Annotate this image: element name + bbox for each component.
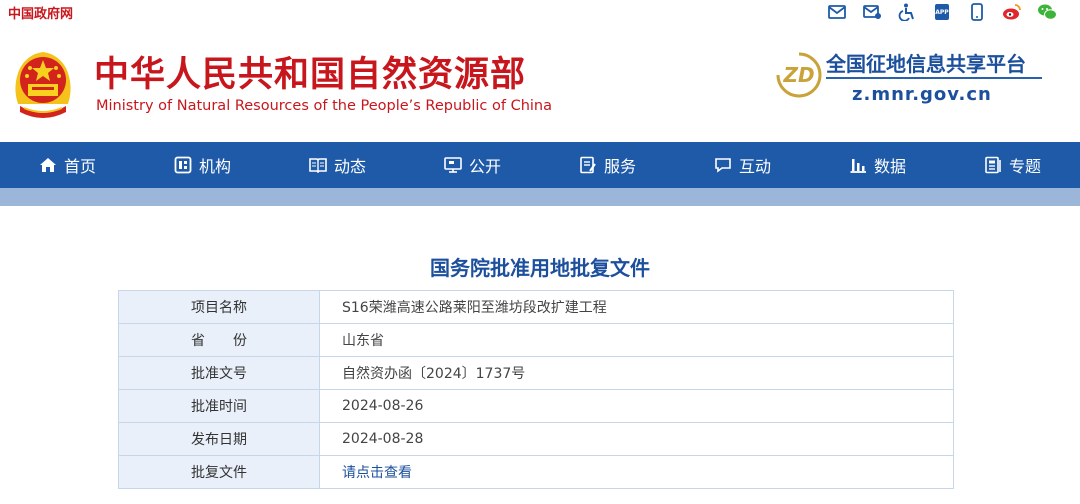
platform-name[interactable]: 全国征地信息共享平台: [826, 48, 1026, 77]
row-label: 省 份: [118, 323, 320, 357]
nav-sub-band: [0, 188, 1080, 206]
mailbox-icon[interactable]: [861, 2, 883, 22]
document-icon: [985, 156, 1001, 174]
nav-item-label: 首页: [63, 157, 96, 176]
site-header: 中华人民共和国自然资源部 Ministry of Natural Resourc…: [0, 24, 1080, 142]
monitor-icon: [444, 157, 462, 173]
table-row: 省 份 山东省: [118, 323, 954, 357]
top-utility-bar: 中国政府网 APP: [0, 0, 1080, 24]
org-icon: [174, 156, 192, 174]
view-approval-document-link[interactable]: 请点击查看: [342, 465, 412, 481]
nav-item-label: 公开: [468, 157, 501, 176]
nav-item-label: 互动: [738, 157, 771, 176]
row-value: 2024-08-28: [319, 422, 954, 456]
site-title-chinese[interactable]: 中华人民共和国自然资源部: [94, 46, 526, 97]
chat-icon: [715, 158, 731, 173]
nav-item-service[interactable]: 服务: [540, 142, 675, 188]
row-value: 自然资办函〔2024〕1737号: [319, 356, 954, 390]
nav-item-label: 机构: [198, 157, 231, 176]
nav-item-label: 数据: [873, 157, 906, 176]
row-value: S16荣潍高速公路莱阳至潍坊段改扩建工程: [319, 290, 954, 324]
row-label: 批准文号: [118, 356, 320, 390]
zd-logo-text: ZD: [782, 63, 814, 87]
row-value-cell: 请点击查看: [319, 455, 954, 489]
table-row: 批准文号 自然资办函〔2024〕1737号: [118, 356, 954, 390]
nav-item-interact[interactable]: 互动: [675, 142, 810, 188]
home-icon: [39, 158, 56, 172]
mobile-icon[interactable]: [966, 2, 988, 22]
nav-item-label: 专题: [1008, 157, 1041, 176]
mail-icon[interactable]: [826, 2, 848, 22]
table-row: 发布日期 2024-08-28: [118, 422, 954, 456]
clipboard-icon: [580, 156, 596, 174]
zd-platform-logo-icon[interactable]: ZD: [774, 50, 824, 100]
chart-icon: [850, 159, 866, 173]
table-row: 项目名称 S16荣潍高速公路莱阳至潍坊段改扩建工程: [118, 290, 954, 324]
page-title: 国务院批准用地批复文件: [430, 256, 650, 280]
nav-item-data[interactable]: 数据: [810, 142, 945, 188]
gov-portal-link[interactable]: 中国政府网: [8, 3, 73, 22]
national-emblem-icon[interactable]: [10, 46, 76, 126]
nav-item-label: 动态: [333, 157, 366, 176]
nav-item-org[interactable]: 机构: [135, 142, 270, 188]
row-label: 批准时间: [118, 389, 320, 423]
row-value: 2024-08-26: [319, 389, 954, 423]
app-icon[interactable]: APP: [931, 2, 953, 22]
row-label: 批复文件: [118, 455, 320, 489]
nav-item-news[interactable]: 动态: [270, 142, 405, 188]
table-row: 批准时间 2024-08-26: [118, 389, 954, 423]
accessibility-icon[interactable]: [896, 2, 918, 22]
row-label: 项目名称: [118, 290, 320, 324]
row-label: 发布日期: [118, 422, 320, 456]
top-icon-group: APP: [826, 2, 1058, 22]
site-title-english[interactable]: Ministry of Natural Resources of the Peo…: [96, 98, 552, 114]
book-icon: [309, 158, 327, 174]
nav-item-home[interactable]: 首页: [0, 142, 135, 188]
table-row: 批复文件 请点击查看: [118, 455, 954, 489]
main-nav: 首页 机构 动态 公开 服务 互动 数据 专题: [0, 142, 1080, 188]
nav-item-public[interactable]: 公开: [405, 142, 540, 188]
weibo-icon[interactable]: [1001, 2, 1023, 22]
platform-url[interactable]: z.mnr.gov.cn: [852, 84, 992, 105]
approval-info-table: 项目名称 S16荣潍高速公路莱阳至潍坊段改扩建工程 省 份 山东省 批准文号 自…: [118, 290, 954, 489]
wechat-icon[interactable]: [1036, 2, 1058, 22]
nav-item-label: 服务: [603, 157, 636, 176]
svg-text:APP: APP: [935, 9, 949, 16]
platform-divider: [826, 77, 1042, 79]
nav-item-topics[interactable]: 专题: [945, 142, 1080, 188]
row-value: 山东省: [319, 323, 954, 357]
